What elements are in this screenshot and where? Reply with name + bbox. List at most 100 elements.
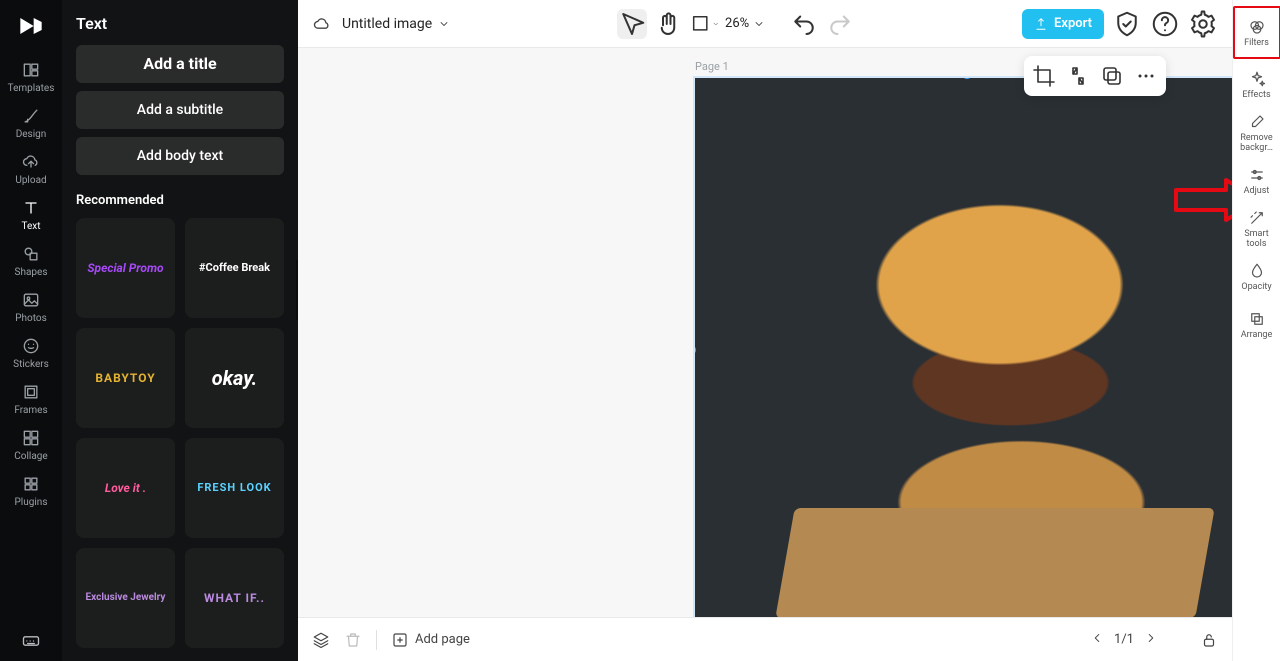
rr-label: Adjust [1244,187,1270,196]
document-name-text: Untitled image [342,16,432,32]
text-preset[interactable]: #Coffee Break [185,218,284,318]
rail-label: Stickers [13,359,49,370]
crop-icon[interactable] [1032,64,1056,88]
rail-label: Text [21,221,40,232]
export-label: Export [1054,16,1092,31]
rail-item-collage[interactable]: Collage [0,422,62,468]
lock-button[interactable] [1200,631,1218,649]
rr-item-adjust[interactable]: Adjust [1237,159,1277,203]
rr-label: Opacity [1241,283,1271,292]
rail-item-plugins[interactable]: Plugins [0,468,62,514]
rr-item-filters[interactable]: Filters [1237,11,1277,55]
add-page-label: Add page [415,632,470,647]
rail-label: Frames [14,405,47,416]
rr-label: Effects [1242,91,1270,100]
rail-item-stickers[interactable]: Stickers [0,330,62,376]
chevron-down-icon [753,18,765,30]
sliders-icon [1248,166,1266,184]
recommended-grid: Special Promo #Coffee Break BABYTOY okay… [76,218,284,661]
duplicate-icon[interactable] [1100,64,1124,88]
text-preset[interactable]: Exclusive Jewelry [76,548,175,648]
zoom-control[interactable]: 26% [725,16,765,31]
flip-icon[interactable] [1066,64,1090,88]
rr-label: Arrange [1241,331,1273,340]
topbar: Untitled image 26% Export [298,0,1232,48]
delete-button[interactable] [344,631,362,649]
recommended-heading: Recommended [76,193,284,208]
help-icon[interactable] [1150,9,1180,39]
more-icon[interactable] [1134,64,1158,88]
redo-button[interactable] [825,9,855,39]
rail-item-frames[interactable]: Frames [0,376,62,422]
hand-tool[interactable] [653,9,683,39]
text-panel: Text Add a title Add a subtitle Add body… [62,0,298,661]
chevron-down-icon [438,18,450,30]
text-preset[interactable]: okay. [185,328,284,428]
next-page-button[interactable] [1144,631,1158,649]
text-preset[interactable]: Special Promo [76,218,175,318]
rail-item-upload[interactable]: Upload [0,146,62,192]
rail-item-keyboard[interactable] [0,621,62,661]
rr-label: Remove backgr… [1237,134,1277,153]
text-preset[interactable]: BABYTOY [76,328,175,428]
rail-item-text[interactable]: Text [0,192,62,238]
left-rail: Templates Design Upload Text Shapes Phot… [0,0,62,661]
rail-label: Upload [15,175,46,186]
shield-icon[interactable] [1112,9,1142,39]
eraser-icon [1248,113,1266,131]
rr-item-arrange[interactable]: Arrange [1237,303,1277,347]
sparkle-icon [1248,70,1266,88]
export-button[interactable]: Export [1022,9,1104,39]
resize-menu[interactable] [689,9,719,39]
rr-item-effects[interactable]: Effects [1237,63,1277,107]
add-title-button[interactable]: Add a title [76,45,284,83]
rail-item-templates[interactable]: Templates [0,54,62,100]
rr-label: Smart tools [1237,230,1277,249]
rail-item-shapes[interactable]: Shapes [0,238,62,284]
add-body-button[interactable]: Add body text [76,137,284,175]
rr-item-opacity[interactable]: Opacity [1237,255,1277,299]
rr-item-smart-tools[interactable]: Smart tools [1237,207,1277,251]
text-preset[interactable]: FRESH LOOK [185,438,284,538]
add-subtitle-button[interactable]: Add a subtitle [76,91,284,129]
filters-icon [1248,18,1266,36]
arrange-icon [1248,310,1266,328]
bottombar: Add page 1/1 [298,617,1232,661]
document-name[interactable]: Untitled image [342,16,450,32]
pager: 1/1 [1090,631,1158,649]
layers-button[interactable] [312,631,330,649]
floating-toolbar [1024,56,1166,96]
right-rail: Filters Effects Remove backgr… Adjust Sm… [1232,0,1280,661]
wand-icon [1248,209,1266,227]
canvas-page[interactable] [695,78,1232,617]
rr-label: Filters [1244,39,1269,48]
rail-label: Templates [8,83,55,94]
cloud-save-icon[interactable] [312,14,332,34]
select-tool[interactable] [617,9,647,39]
zoom-value: 26% [725,16,749,31]
prev-page-button[interactable] [1090,631,1104,649]
rail-label: Design [16,129,47,140]
settings-icon[interactable] [1188,9,1218,39]
app-logo[interactable] [15,10,47,42]
chevron-down-icon [712,19,720,29]
rail-item-design[interactable]: Design [0,100,62,146]
rail-label: Photos [15,313,47,324]
add-page-button[interactable]: Add page [391,631,470,649]
pager-text: 1/1 [1114,632,1134,647]
rail-item-photos[interactable]: Photos [0,284,62,330]
rr-item-remove-bg[interactable]: Remove backgr… [1237,111,1277,155]
rail-label: Plugins [15,497,48,508]
canvas-tool-group: 26% [617,9,855,39]
undo-button[interactable] [789,9,819,39]
droplet-icon [1248,262,1266,280]
rail-label: Shapes [15,267,48,278]
rail-label: Collage [14,451,47,462]
page-label: Page 1 [695,60,729,73]
text-panel-title: Text [76,14,284,33]
text-preset[interactable]: Love it . [76,438,175,538]
cutting-board-graphic [775,508,1214,617]
app-root: Templates Design Upload Text Shapes Phot… [0,0,1280,661]
canvas-area[interactable]: Page 1 [298,48,1232,617]
text-preset[interactable]: WHAT IF.. [185,548,284,648]
